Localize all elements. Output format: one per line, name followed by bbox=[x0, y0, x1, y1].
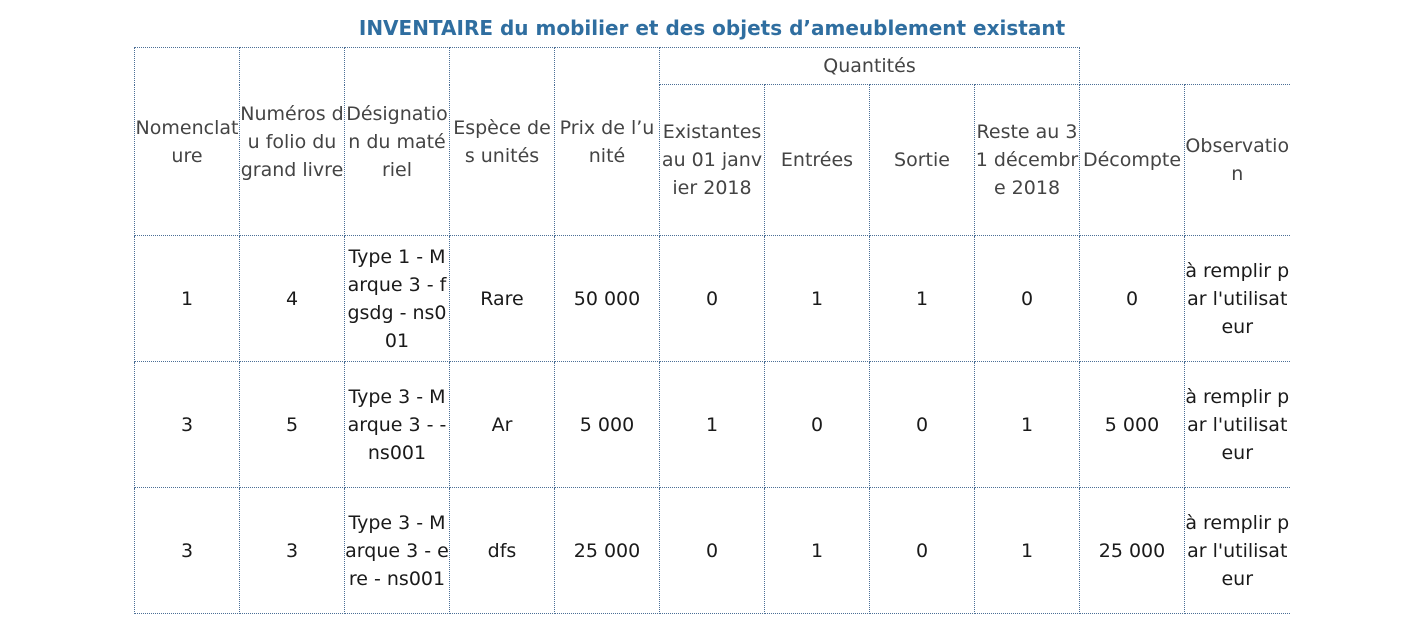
cell-espece: dfs bbox=[449, 487, 555, 614]
table-row: 3 5 Type 3 - Marque 3 - - ns001 Ar 5 000… bbox=[134, 361, 1290, 488]
cell-observation: à remplir par l'utilisateur bbox=[1184, 235, 1290, 362]
header-sortie: Sortie bbox=[869, 84, 975, 236]
header-quantites: Quantités bbox=[659, 47, 1080, 85]
header-row-group: Nomenclature Numéros du folio du grand l… bbox=[134, 47, 1290, 236]
cell-prix: 5 000 bbox=[554, 361, 660, 488]
inventory-table: Nomenclature Numéros du folio du grand l… bbox=[134, 47, 1290, 614]
header-reste: Reste au 31 décembre 2018 bbox=[974, 84, 1080, 236]
cell-designation: Type 1 - Marque 3 - fgsdg - ns001 bbox=[344, 235, 450, 362]
header-decompte: Décompte bbox=[1079, 84, 1185, 236]
cell-reste: 1 bbox=[974, 487, 1080, 614]
cell-decompte: 25 000 bbox=[1079, 487, 1185, 614]
cell-existants: 0 bbox=[659, 235, 765, 362]
page-title-bold: INVENTAIRE bbox=[358, 16, 494, 40]
cell-designation: Type 3 - Marque 3 - - ns001 bbox=[344, 361, 450, 488]
cell-observation: à remplir par l'utilisateur bbox=[1184, 487, 1290, 614]
cell-sortie: 0 bbox=[869, 361, 975, 488]
header-nomenclature: Nomenclature bbox=[134, 47, 240, 236]
cell-sortie: 0 bbox=[869, 487, 975, 614]
cell-sortie: 1 bbox=[869, 235, 975, 362]
cell-nomenclature: 3 bbox=[134, 487, 240, 614]
table-row: 3 3 Type 3 - Marque 3 - ere - ns001 dfs … bbox=[134, 487, 1290, 614]
cell-prix: 25 000 bbox=[554, 487, 660, 614]
cell-folio: 5 bbox=[239, 361, 345, 488]
table-row: 1 4 Type 1 - Marque 3 - fgsdg - ns001 Ra… bbox=[134, 235, 1290, 362]
cell-espece: Ar bbox=[449, 361, 555, 488]
cell-nomenclature: 3 bbox=[134, 361, 240, 488]
header-existants: Existantes au 01 janvier 2018 bbox=[659, 84, 765, 236]
cell-designation: Type 3 - Marque 3 - ere - ns001 bbox=[344, 487, 450, 614]
header-blank bbox=[1080, 48, 1290, 85]
cell-existants: 1 bbox=[659, 361, 765, 488]
cell-entrees: 1 bbox=[764, 235, 870, 362]
cell-prix: 50 000 bbox=[554, 235, 660, 362]
page-title: INVENTAIRE du mobilier et des objets d’a… bbox=[0, 14, 1424, 42]
cell-observation: à remplir par l'utilisateur bbox=[1184, 361, 1290, 488]
page-title-rest: du mobilier et des objets d’ameublement … bbox=[493, 16, 1066, 40]
header-entrees: Entrées bbox=[764, 84, 870, 236]
header-folio: Numéros du folio du grand livre bbox=[239, 47, 345, 236]
header-prix: Prix de l’unité bbox=[554, 47, 660, 236]
cell-folio: 3 bbox=[239, 487, 345, 614]
cell-folio: 4 bbox=[239, 235, 345, 362]
cell-reste: 1 bbox=[974, 361, 1080, 488]
cell-espece: Rare bbox=[449, 235, 555, 362]
cell-existants: 0 bbox=[659, 487, 765, 614]
header-observation: Observation bbox=[1184, 84, 1290, 236]
cell-entrees: 1 bbox=[764, 487, 870, 614]
cell-reste: 0 bbox=[974, 235, 1080, 362]
header-designation: Désignation du matériel bbox=[344, 47, 450, 236]
header-espece: Espèce des unités bbox=[449, 47, 555, 236]
cell-entrees: 0 bbox=[764, 361, 870, 488]
cell-nomenclature: 1 bbox=[134, 235, 240, 362]
cell-decompte: 5 000 bbox=[1079, 361, 1185, 488]
cell-decompte: 0 bbox=[1079, 235, 1185, 362]
